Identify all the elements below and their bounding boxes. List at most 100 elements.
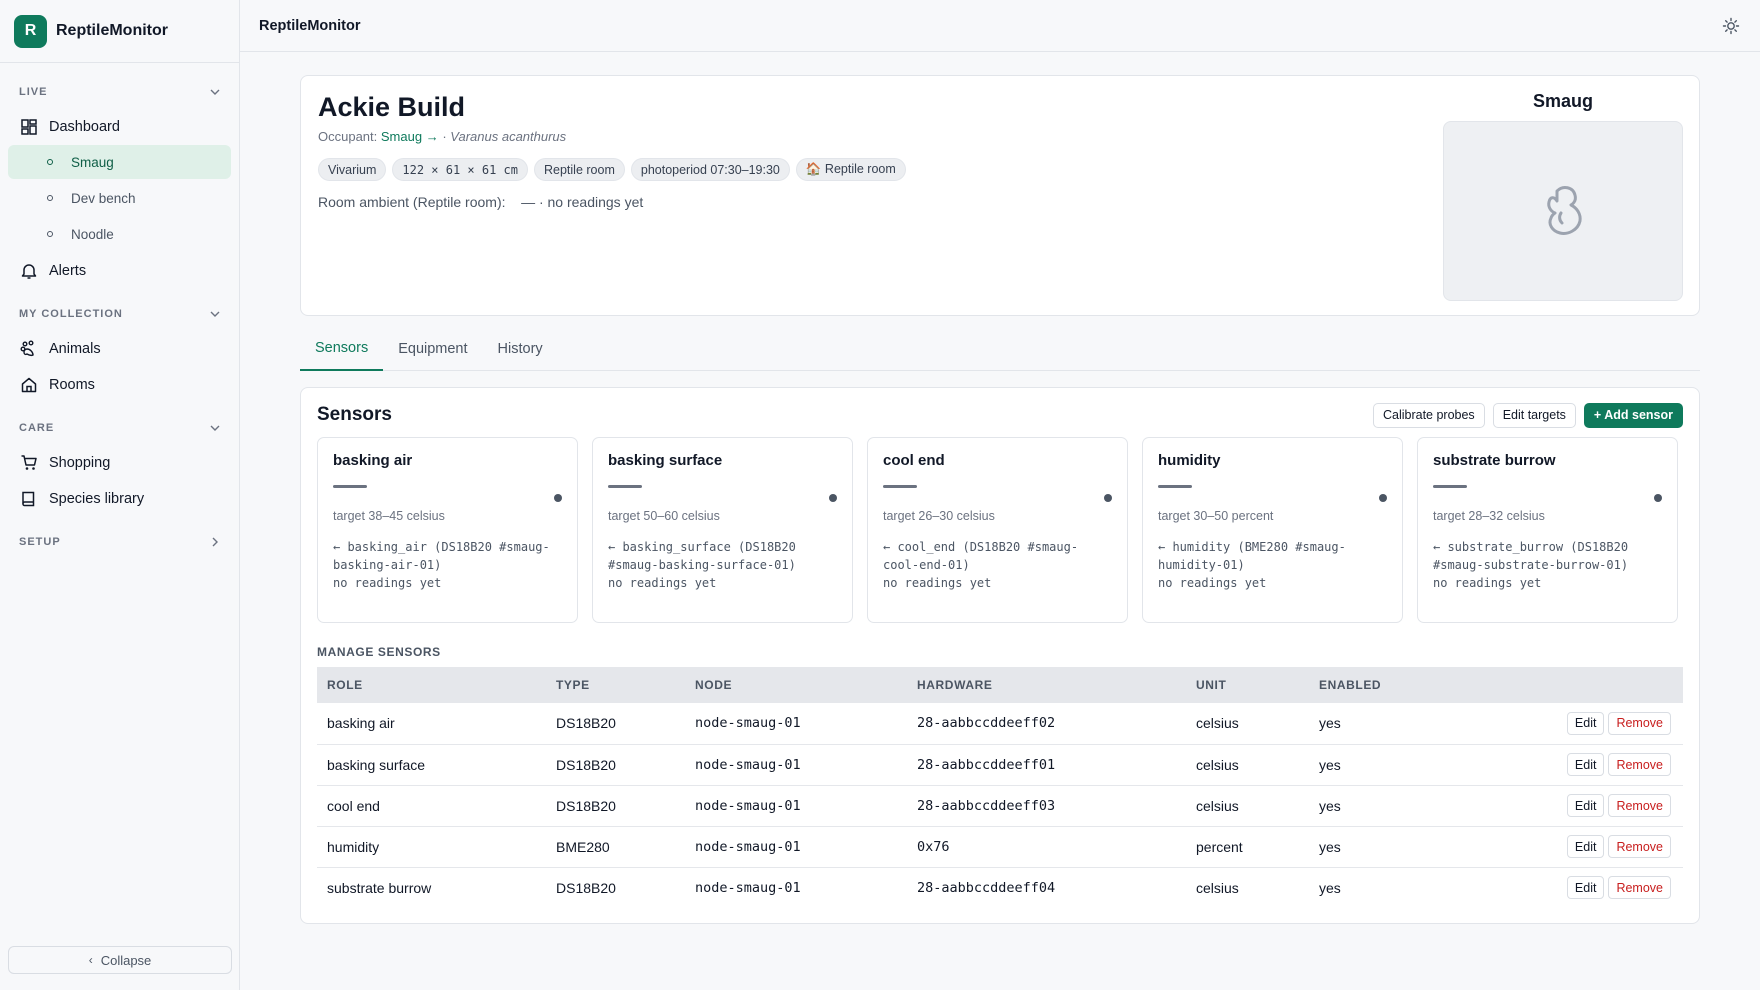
edit-button[interactable]: Edit: [1566, 835, 1605, 858]
tab-equipment[interactable]: Equipment: [383, 326, 482, 371]
cell-enabled: yes: [1319, 879, 1341, 896]
sidebar-item-species-library[interactable]: Species library: [0, 481, 239, 517]
remove-button[interactable]: Remove: [1608, 753, 1671, 776]
cell-enabled: yes: [1319, 715, 1341, 732]
sensor-tile[interactable]: cool end target 26–30 celsius ← cool_end…: [867, 437, 1128, 623]
sidebar-item-dashboard[interactable]: Dashboard: [0, 109, 239, 145]
section-live[interactable]: LIVE: [0, 81, 239, 103]
tab-sensors[interactable]: Sensors: [300, 326, 384, 371]
remove-button[interactable]: Remove: [1608, 711, 1671, 735]
topbar-title: ReptileMonitor: [259, 17, 361, 34]
occupant-photo-placeholder[interactable]: [1443, 121, 1683, 301]
section-live-label: LIVE: [19, 86, 48, 98]
cell-enabled: yes: [1319, 797, 1341, 814]
sensor-tile-source: ← cool_end (DS18B20 #smaug- cool-end-01)…: [883, 538, 1112, 592]
remove-button[interactable]: Remove: [1608, 876, 1671, 900]
section-setup[interactable]: SETUP: [0, 531, 239, 553]
table-row: humidity BME280 node-smaug-01 0x76 perce…: [317, 826, 1683, 867]
table-header-row: ROLE TYPE NODE HARDWARE UNIT ENABLED: [317, 667, 1683, 703]
cell-role: basking air: [327, 715, 395, 732]
edit-button[interactable]: Edit: [1566, 794, 1605, 817]
sun-icon[interactable]: [1722, 17, 1740, 35]
cell-node: node-smaug-01: [695, 879, 801, 896]
sensor-tile-name: basking surface: [608, 452, 723, 469]
section-my-collection[interactable]: MY COLLECTION: [0, 303, 239, 325]
manage-sensors-label: MANAGE SENSORS: [317, 645, 441, 659]
sidebar-item-animals[interactable]: Animals: [0, 331, 239, 367]
sidebar-item-noodle[interactable]: Noodle: [8, 217, 231, 251]
sensor-source-line: humidity-01): [1158, 558, 1245, 572]
sidebar-item-dev-bench[interactable]: Dev bench: [8, 181, 231, 215]
book-icon: [22, 491, 35, 507]
section-my-collection-label: MY COLLECTION: [19, 308, 123, 320]
sensor-status: no readings yet: [883, 576, 992, 590]
sensor-tile-source: ← humidity (BME280 #smaug- humidity-01) …: [1158, 538, 1387, 592]
sidebar-item-shopping[interactable]: Shopping: [0, 445, 239, 481]
sensor-tile-source: ← basking_air (DS18B20 #smaug- basking-a…: [333, 538, 562, 592]
cell-actions: Edit Remove: [1469, 744, 1683, 785]
edit-button[interactable]: Edit: [1566, 876, 1605, 900]
sensors-table: ROLE TYPE NODE HARDWARE UNIT ENABLED bas…: [317, 667, 1683, 908]
status-dot-icon: [1104, 494, 1112, 502]
remove-button[interactable]: Remove: [1608, 794, 1671, 817]
cell-role: substrate burrow: [327, 879, 432, 896]
cell-unit: celsius: [1196, 756, 1239, 773]
occupant-link[interactable]: Smaug →: [381, 129, 439, 144]
sidebar-item-label: Dev bench: [71, 190, 136, 206]
sensor-tile[interactable]: basking surface target 50–60 celsius ← b…: [592, 437, 853, 623]
sensor-tile-name: substrate burrow: [1433, 452, 1556, 469]
cell-actions: Edit Remove: [1469, 703, 1683, 744]
edit-targets-button[interactable]: Edit targets: [1492, 402, 1576, 428]
sensor-tile[interactable]: basking air target 38–45 celsius ← baski…: [317, 437, 578, 623]
table-row: basking air DS18B20 node-smaug-01 28-aab…: [317, 703, 1683, 744]
sidebar-item-label: Noodle: [71, 226, 114, 242]
table-row: substrate burrow DS18B20 node-smaug-01 2…: [317, 867, 1683, 908]
lizard-placeholder-icon: [1547, 186, 1582, 235]
section-care[interactable]: CARE: [0, 417, 239, 439]
cell-role: cool end: [327, 797, 380, 814]
calibrate-probes-button[interactable]: Calibrate probes: [1372, 402, 1485, 428]
sidebar-item-label: Alerts: [49, 263, 87, 279]
edit-button[interactable]: Edit: [1566, 711, 1605, 735]
cell-enabled: yes: [1319, 838, 1341, 855]
sensor-status: no readings yet: [1158, 576, 1267, 590]
sensor-value-placeholder: [333, 485, 367, 488]
collapse-label: Collapse: [100, 952, 152, 968]
sensor-tile-target: target 30–50 percent: [1158, 509, 1274, 523]
cart-icon: [21, 455, 37, 470]
brand[interactable]: R ReptileMonitor: [0, 0, 239, 63]
enclosure-header-card: Ackie Build Occupant: Smaug → · Varanus …: [300, 75, 1700, 316]
sidebar-item-smaug[interactable]: Smaug: [8, 145, 231, 179]
sidebar-item-alerts[interactable]: Alerts: [0, 253, 239, 289]
status-dot-icon: [47, 195, 53, 201]
status-dot-icon: [47, 231, 53, 237]
chip-room-link[interactable]: 🏠 Reptile room: [795, 158, 906, 181]
collapse-button[interactable]: ‹ Collapse: [8, 946, 232, 974]
cell-actions: Edit Remove: [1469, 785, 1683, 826]
sidebar-item-rooms[interactable]: Rooms: [0, 367, 239, 403]
chip-photoperiod: photoperiod 07:30–19:30: [630, 158, 790, 181]
remove-button[interactable]: Remove: [1608, 835, 1671, 858]
cell-type: DS18B20: [556, 797, 616, 814]
main-content: Ackie Build Occupant: Smaug → · Varanus …: [300, 75, 1700, 924]
sensor-tile-name: basking air: [333, 452, 413, 469]
chevron-down-icon: [210, 425, 220, 431]
cell-hardware: 28-aabbccddeeff02: [917, 715, 1056, 732]
column-header-actions: [1469, 667, 1683, 703]
sidebar: R ReptileMonitor LIVE Dashboard Smaug De…: [0, 0, 240, 990]
cell-node: node-smaug-01: [695, 838, 801, 855]
sensor-tile-target: target 26–30 celsius: [883, 509, 995, 523]
cell-type: DS18B20: [556, 715, 616, 732]
edit-button[interactable]: Edit: [1566, 753, 1605, 776]
cell-hardware: 28-aabbccddeeff01: [917, 756, 1056, 773]
section-care-label: CARE: [19, 422, 55, 434]
cell-actions: Edit Remove: [1469, 826, 1683, 867]
sensor-status: no readings yet: [1433, 576, 1542, 590]
home-icon: [21, 377, 37, 393]
tab-history[interactable]: History: [483, 326, 558, 371]
cell-hardware: 28-aabbccddeeff03: [917, 797, 1056, 814]
sensor-tile[interactable]: humidity target 30–50 percent ← humidity…: [1142, 437, 1403, 623]
sensor-tile[interactable]: substrate burrow target 28–32 celsius ← …: [1417, 437, 1678, 623]
occupant-panel-name: Smaug: [1532, 91, 1593, 111]
add-sensor-button[interactable]: + Add sensor: [1583, 402, 1683, 428]
